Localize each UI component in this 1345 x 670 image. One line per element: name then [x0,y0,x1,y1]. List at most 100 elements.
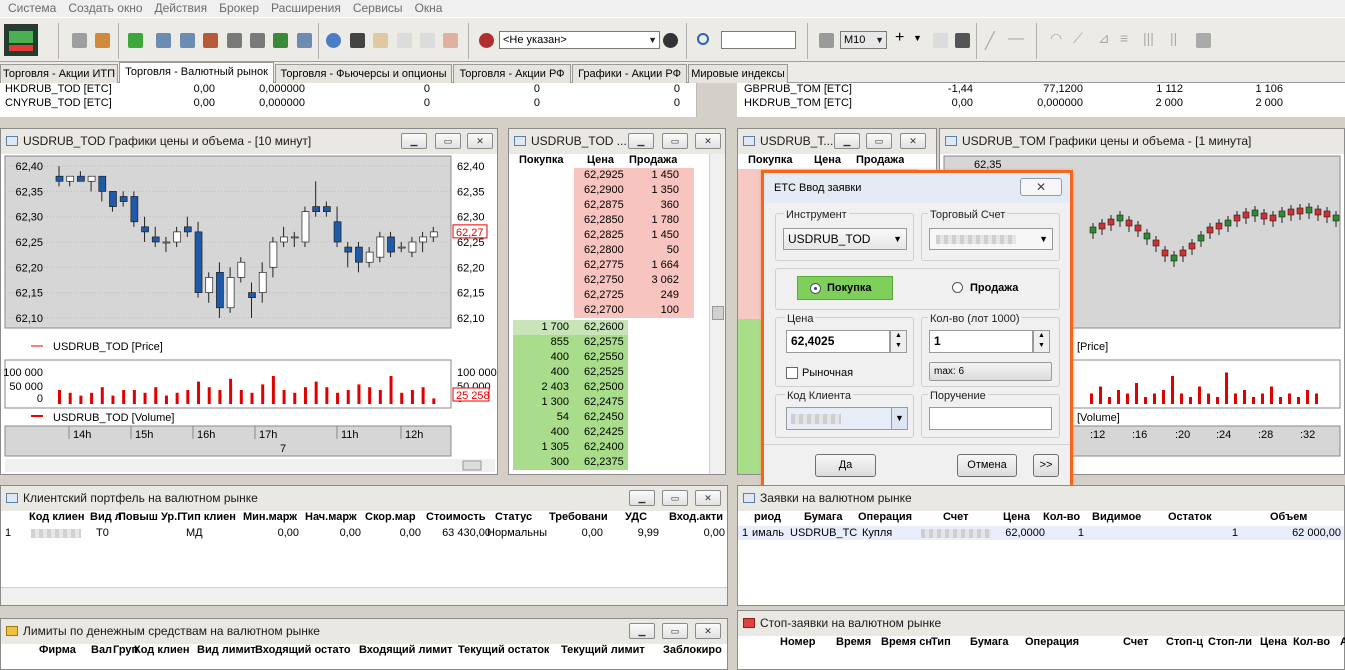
column-header[interactable]: Цена [1260,636,1287,648]
hline-tool-icon[interactable]: — [1008,30,1024,48]
maximize-button[interactable]: ▭ [662,623,688,639]
ok-button[interactable]: Да [815,454,876,477]
ask-row[interactable]: 62,2800 50 [509,243,705,258]
ask-row[interactable]: 62,2775 1 664 [509,258,705,273]
column-header[interactable]: А [1340,636,1345,648]
ask-row[interactable]: 62,2850 1 780 [509,213,705,228]
hand2-icon[interactable] [397,33,412,48]
ask-row[interactable]: 62,2875 360 [509,198,705,213]
column-header[interactable]: Бумага [970,636,1009,648]
bid-row[interactable]: 400 62,2550 [509,350,705,365]
tab-4[interactable]: Графики - Акции РФ [572,64,687,83]
price-input[interactable]: 62,4025 [786,330,890,353]
column-header[interactable]: Видимое [1092,511,1141,523]
info-icon[interactable] [326,33,341,48]
column-header[interactable]: Текущий лимит [561,644,645,656]
menu-item[interactable]: Брокер [213,0,265,17]
market-checkbox[interactable]: Рыночная [786,366,906,380]
column-header[interactable]: Повыш [118,511,158,523]
key-icon[interactable] [72,33,87,48]
ask-row[interactable]: 62,2725 249 [509,288,705,303]
account-select[interactable]: ▼ [929,228,1053,250]
table-icon[interactable] [156,33,171,48]
column-header[interactable]: Код клиен [134,644,189,656]
minimize-button[interactable]: ▁ [628,133,654,149]
ask-row[interactable]: 62,2825 1 450 [509,228,705,243]
pan-icon[interactable] [955,33,970,48]
buy-radio[interactable]: Покупка [797,276,893,300]
bar-chart-icon[interactable] [819,33,834,48]
column-header[interactable]: Вход.акти [669,511,723,523]
client-select[interactable]: ▼ [786,407,908,430]
tab-5[interactable]: Мировые индексы [688,64,788,83]
maximize-button[interactable]: ▭ [662,490,688,506]
preview-icon[interactable] [227,33,242,48]
fib-tool-icon[interactable]: ⊿ [1098,30,1110,47]
price-stepper[interactable]: ▲ ▼ [890,330,907,353]
ask-row[interactable]: 62,2700 100 [509,303,705,318]
table-row[interactable]: 1 ималь USDRUB_TC Купля 62,0000 1 1 62 000,00 [738,526,1344,540]
column-header[interactable]: УДС [625,511,647,523]
bid-row[interactable]: 2 403 62,2500 [509,380,705,395]
minimize-button[interactable]: ▁ [629,623,655,639]
bid-row[interactable]: 1 305 62,2400 [509,440,705,455]
search-input[interactable] [721,31,796,49]
instrument-select[interactable]: USDRUB_TOD ▼ [783,228,907,250]
close-button[interactable]: ✕ [695,623,721,639]
close-icon[interactable]: ✕ [1020,178,1062,196]
table2-icon[interactable] [180,33,195,48]
column-header[interactable]: Заблокиро [663,644,722,656]
ask-row[interactable]: 62,2900 1 350 [509,183,705,198]
list-icon[interactable] [203,33,218,48]
menu-item[interactable]: Создать окно [62,0,148,17]
column-header[interactable]: Входящий лимит [359,644,453,656]
column-header[interactable]: Вид лимит [197,644,256,656]
column-header[interactable]: Текущий остаток [458,644,549,656]
tab-1[interactable]: Торговля - Валютный рынок [119,62,274,84]
table-row[interactable]: 1 Т0 МД 0,00 0,00 0,00 63 430,00 Нормальны 0,00 9… [1,526,727,540]
cycle-tool-icon[interactable]: || [1170,30,1177,46]
column-header[interactable]: Время сн [881,636,932,648]
menu-item[interactable]: Расширения [265,0,347,17]
bid-row[interactable]: 855 62,2575 [509,335,705,350]
instruction-input[interactable] [929,407,1052,430]
column-header[interactable]: Стоп-ц [1166,636,1203,648]
export-icon[interactable] [273,33,288,48]
menu-item[interactable]: Действия [149,0,214,17]
column-header[interactable]: Номер [780,636,816,648]
close-button[interactable]: ✕ [900,133,926,149]
column-header[interactable]: Вал [91,644,112,656]
stop-hand-icon[interactable] [443,33,458,48]
column-header[interactable]: Операция [1025,636,1079,648]
close-button[interactable]: ✕ [695,133,721,149]
hand-icon[interactable] [373,33,388,48]
column-header[interactable]: Время [836,636,871,648]
ask-row[interactable]: 62,2925 1 450 [509,168,705,183]
column-header[interactable]: Бумага [804,511,843,523]
portfolio-scrollbar[interactable] [1,587,727,605]
lines-tool-icon[interactable]: ≡ [1120,30,1128,46]
column-header[interactable]: Цена [1003,511,1030,523]
maximize-button[interactable]: ▭ [866,133,892,149]
orderbook-scrollbar[interactable] [709,154,725,474]
plus-icon[interactable]: + [895,29,904,47]
search-icon[interactable] [697,33,709,45]
column-header[interactable]: Фирма [39,644,76,656]
tab-3[interactable]: Торговля - Акции РФ [453,64,571,83]
keys-icon[interactable] [95,33,110,48]
bid-row[interactable]: 1 700 62,2600 [509,320,705,335]
bid-row[interactable]: 300 62,2375 [509,455,705,470]
qty-stepper[interactable]: ▲ ▼ [1033,330,1050,353]
close-button[interactable]: ✕ [695,490,721,506]
maximize-button[interactable]: ▭ [662,133,688,149]
bid-row[interactable]: 1 300 62,2475 [509,395,705,410]
column-header[interactable]: Статус [495,511,532,523]
column-header[interactable]: Счет [1123,636,1149,648]
column-header[interactable]: Кол-во [1293,636,1330,648]
cancel-button[interactable]: Отмена [957,454,1017,477]
column-header[interactable]: Нач.марж [305,511,357,523]
bid-row[interactable]: 54 62,2450 [509,410,705,425]
menu-item[interactable]: Сервисы [347,0,409,17]
broker-select[interactable]: <Не указан> ▼ [499,31,660,49]
column-header[interactable]: Требовани [549,511,608,523]
